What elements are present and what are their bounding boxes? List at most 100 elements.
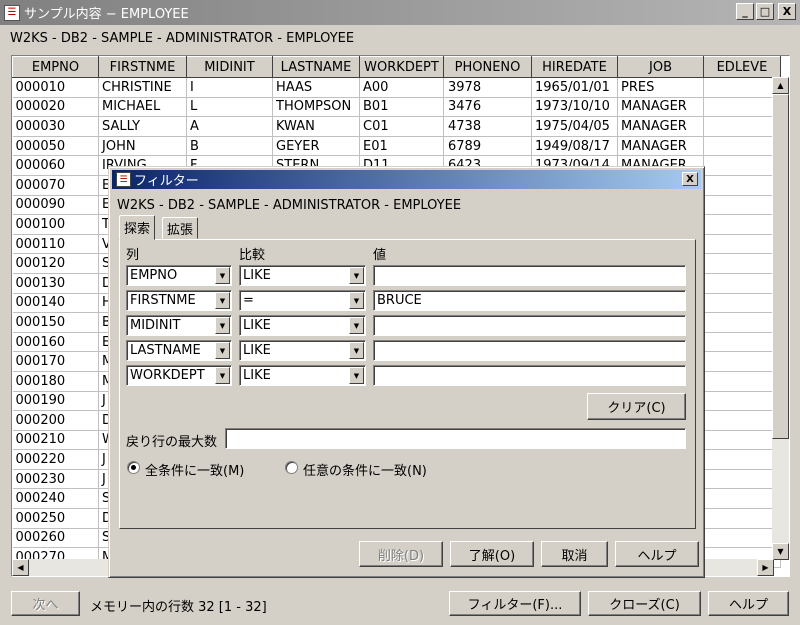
dropdown-arrow-icon[interactable]: ▼ — [215, 342, 230, 359]
dropdown-arrow-icon[interactable]: ▼ — [349, 317, 364, 334]
table-cell[interactable]: 000070 — [12, 175, 99, 196]
close-button[interactable]: X — [778, 3, 796, 20]
table-cell[interactable]: 000150 — [12, 312, 99, 333]
dropdown-arrow-icon[interactable]: ▼ — [349, 292, 364, 309]
help-button[interactable]: ヘルプ — [708, 591, 789, 616]
table-cell[interactable]: 000260 — [12, 528, 99, 549]
column-header-firstnme[interactable]: FIRSTNME — [98, 56, 187, 78]
minimize-button[interactable]: _ — [736, 3, 754, 20]
table-cell[interactable] — [703, 488, 781, 510]
table-cell[interactable] — [703, 116, 781, 137]
table-cell[interactable]: 6789 — [443, 136, 532, 157]
table-cell[interactable] — [703, 351, 781, 372]
column-header-workdept[interactable]: WORKDEPT — [359, 56, 444, 78]
dialog-help-button[interactable]: ヘルプ — [615, 541, 699, 567]
table-cell[interactable]: 3978 — [443, 77, 532, 98]
column-header-midinit[interactable]: MIDINIT — [186, 56, 273, 78]
filter-button[interactable]: フィルター(F)... — [449, 591, 581, 616]
table-cell[interactable]: 3476 — [443, 97, 532, 118]
table-cell[interactable]: 1975/04/05 — [531, 116, 618, 137]
table-cell[interactable]: GEYER — [272, 136, 360, 157]
condition-column-select[interactable]: FIRSTNME ▼ — [126, 290, 232, 311]
table-cell[interactable]: 1973/10/10 — [531, 97, 618, 118]
table-cell[interactable]: E01 — [359, 136, 444, 157]
table-cell[interactable]: L — [186, 97, 273, 118]
dropdown-arrow-icon[interactable]: ▼ — [215, 367, 230, 384]
table-cell[interactable]: 000050 — [12, 136, 99, 157]
table-cell[interactable]: A — [186, 116, 273, 137]
table-cell[interactable]: 000240 — [12, 488, 99, 510]
scroll-right-icon[interactable]: ▶ — [757, 559, 774, 576]
table-cell[interactable]: 000060 — [12, 155, 99, 176]
table-cell[interactable]: 1965/01/01 — [531, 77, 618, 98]
table-row[interactable]: 000030 SALLY A KWAN C01 4738 1975/04/05 MANAGER — [12, 116, 781, 137]
dropdown-arrow-icon[interactable]: ▼ — [215, 267, 230, 284]
table-cell[interactable] — [703, 469, 781, 490]
condition-operator-select[interactable]: LIKE ▼ — [239, 340, 366, 361]
table-cell[interactable]: MICHAEL — [98, 97, 187, 118]
table-cell[interactable] — [703, 214, 781, 235]
ok-button[interactable]: 了解(O) — [450, 541, 534, 567]
table-cell[interactable]: MANAGER — [617, 136, 704, 157]
table-cell[interactable] — [703, 77, 781, 98]
condition-value-input[interactable] — [373, 265, 686, 286]
table-cell[interactable]: JOHN — [98, 136, 187, 157]
condition-column-select[interactable]: EMPNO ▼ — [126, 265, 232, 286]
table-cell[interactable]: 000110 — [12, 234, 99, 255]
condition-column-select[interactable]: WORKDEPT ▼ — [126, 365, 232, 386]
table-cell[interactable]: 4738 — [443, 116, 532, 137]
condition-operator-select[interactable]: LIKE ▼ — [239, 265, 366, 286]
tab-advanced[interactable]: 拡張 — [162, 217, 199, 239]
table-cell[interactable] — [703, 253, 781, 274]
table-cell[interactable] — [703, 312, 781, 333]
table-cell[interactable]: C01 — [359, 116, 444, 137]
table-cell[interactable]: 000030 — [12, 116, 99, 137]
table-cell[interactable] — [703, 391, 781, 412]
column-header-phoneno[interactable]: PHONENO — [443, 56, 532, 78]
condition-value-input[interactable]: BRUCE — [373, 290, 686, 311]
condition-operator-select[interactable]: LIKE ▼ — [239, 365, 366, 386]
dropdown-arrow-icon[interactable]: ▼ — [349, 367, 364, 384]
table-cell[interactable] — [703, 371, 781, 392]
condition-column-select[interactable]: LASTNAME ▼ — [126, 340, 232, 361]
match-all-radio[interactable] — [127, 461, 140, 474]
condition-operator-select[interactable]: = ▼ — [239, 290, 366, 311]
table-cell[interactable]: PRES — [617, 77, 704, 98]
table-cell[interactable]: 000020 — [12, 97, 99, 118]
scroll-down-icon[interactable]: ▼ — [772, 543, 789, 560]
clear-button[interactable]: クリア(C) — [587, 393, 686, 420]
table-cell[interactable]: 000170 — [12, 351, 99, 372]
table-cell[interactable]: HAAS — [272, 77, 360, 98]
max-rows-input[interactable] — [225, 428, 686, 449]
table-cell[interactable] — [703, 449, 781, 470]
condition-value-input[interactable] — [373, 340, 686, 361]
dropdown-arrow-icon[interactable]: ▼ — [215, 317, 230, 334]
table-cell[interactable]: KWAN — [272, 116, 360, 137]
scroll-up-icon[interactable]: ▲ — [772, 77, 789, 94]
tab-search[interactable]: 探索 — [119, 215, 156, 240]
table-cell[interactable]: 000010 — [12, 77, 99, 98]
table-cell[interactable]: B — [186, 136, 273, 157]
table-cell[interactable]: 000230 — [12, 469, 99, 490]
table-row[interactable]: 000020 MICHAEL L THOMPSON B01 3476 1973/10/10 M… — [12, 97, 781, 118]
table-cell[interactable]: MANAGER — [617, 97, 704, 118]
table-cell[interactable]: THOMPSON — [272, 97, 360, 118]
table-row[interactable]: 000010 CHRISTINE I HAAS A00 3978 1965/01/01 PRE… — [12, 77, 781, 98]
table-cell[interactable]: 000220 — [12, 449, 99, 470]
table-cell[interactable]: 000090 — [12, 195, 99, 216]
table-cell[interactable]: I — [186, 77, 273, 98]
table-cell[interactable]: 000130 — [12, 273, 99, 294]
dropdown-arrow-icon[interactable]: ▼ — [349, 267, 364, 284]
condition-column-select[interactable]: MIDINIT ▼ — [126, 315, 232, 336]
cancel-button[interactable]: 取消 — [541, 541, 608, 567]
table-cell[interactable] — [703, 508, 781, 529]
table-cell[interactable]: 1949/08/17 — [531, 136, 618, 157]
column-header-empno[interactable]: EMPNO — [12, 56, 99, 78]
table-cell[interactable]: MANAGER — [617, 116, 704, 137]
table-cell[interactable]: B01 — [359, 97, 444, 118]
table-cell[interactable]: A00 — [359, 77, 444, 98]
table-cell[interactable] — [703, 175, 781, 196]
scroll-left-icon[interactable]: ◀ — [12, 559, 29, 576]
table-cell[interactable] — [703, 136, 781, 157]
column-header-job[interactable]: JOB — [617, 56, 704, 78]
